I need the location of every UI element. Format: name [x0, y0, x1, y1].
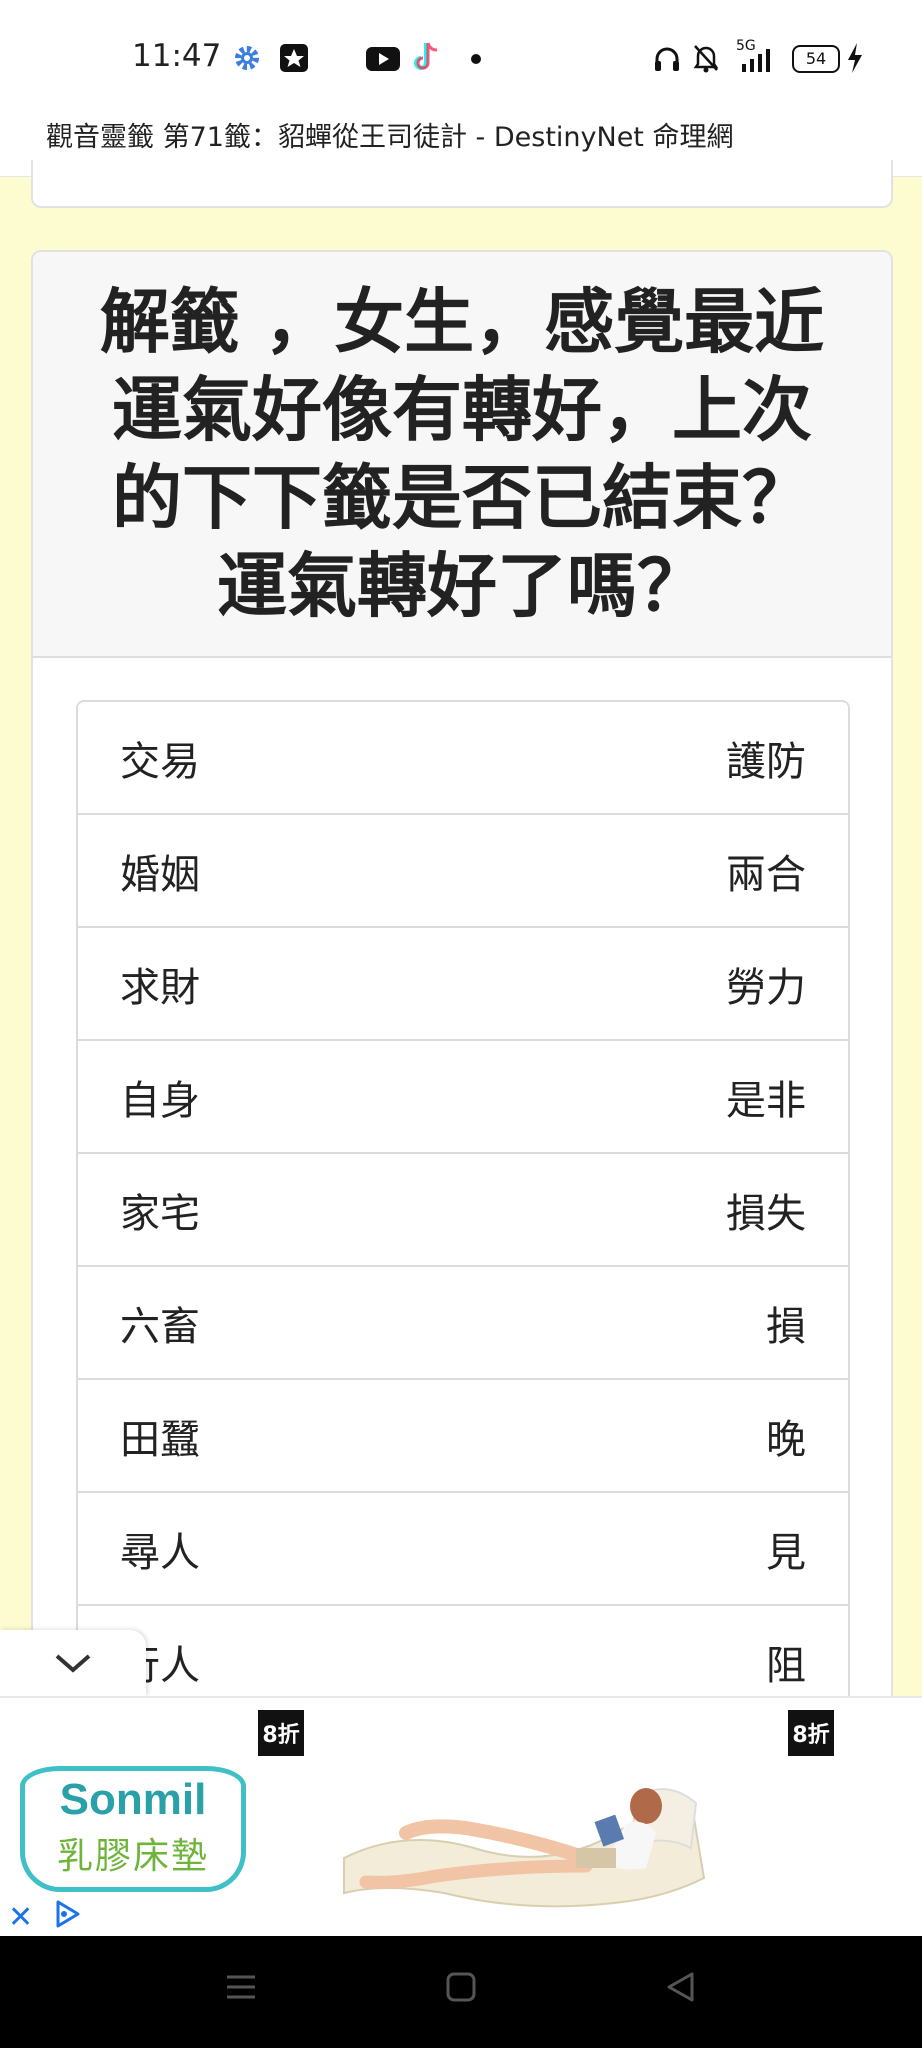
youtube-icon	[366, 47, 400, 71]
battery-icon: 54	[792, 45, 840, 73]
fortune-category: 六畜	[120, 1303, 200, 1350]
fortune-result: 護防	[726, 738, 806, 785]
ad-choices-icon[interactable]	[52, 1898, 84, 1930]
charging-icon	[848, 43, 862, 73]
settings-gear-icon	[235, 46, 259, 70]
fortune-row: 婚姻 兩合	[78, 815, 848, 928]
fortune-category: 交易	[120, 738, 200, 785]
fortune-result: 見	[766, 1529, 806, 1576]
card-header: 解籤 ，女生，感覺最近運氣好像有轉好，上次的下下籤是否已結束？運氣轉好了嗎？	[33, 252, 891, 658]
fortune-list: 交易 護防婚姻 兩合求財 勞力自身 是非家宅 損失六畜 損田蠶 晚尋人 見行人阻	[76, 700, 850, 1702]
ad-product-image	[343, 1788, 706, 1908]
ad-banner[interactable]: Sonmil 乳膠床墊 8折 8折 ✕	[0, 1696, 922, 1938]
fortune-category: 尋人	[120, 1529, 200, 1576]
fortune-row: 求財 勞力	[78, 928, 848, 1041]
fortune-row: 田蠶 晚	[78, 1380, 848, 1493]
card-title: 解籤 ，女生，感覺最近運氣好像有轉好，上次的下下籤是否已結束？運氣轉好了嗎？	[99, 281, 825, 627]
fortune-result: 是非	[726, 1077, 806, 1124]
discount-badge-left: 8折	[258, 1710, 304, 1756]
collapse-ad-button[interactable]	[0, 1630, 146, 1696]
battery-level: 54	[805, 49, 827, 68]
chevron-down-icon	[55, 1654, 91, 1673]
home-nav-icon[interactable]	[444, 1970, 478, 2004]
system-nav-bar	[0, 1936, 922, 2048]
fortune-row: 行人阻	[78, 1606, 848, 1702]
fortune-card: 解籤 ，女生，感覺最近運氣好像有轉好，上次的下下籤是否已結束？運氣轉好了嗎？ 交…	[31, 250, 893, 1704]
fortune-category: 田蠶	[120, 1416, 200, 1463]
star-app-icon	[280, 44, 308, 72]
ad-brand-subtitle: 乳膠床墊	[56, 1836, 209, 1877]
fortune-row: 自身 是非	[78, 1041, 848, 1154]
ad-close-icon[interactable]: ✕	[8, 1900, 33, 1935]
status-bar: 11:47 5G 54	[0, 0, 922, 118]
fortune-row: 尋人 見	[78, 1493, 848, 1606]
fortune-row: 交易 護防	[78, 702, 848, 815]
ad-brand-name: Sonmil	[59, 1775, 207, 1824]
headphones-icon	[655, 47, 679, 71]
fortune-result: 損	[766, 1303, 806, 1350]
fortune-result: 晚	[766, 1416, 806, 1463]
menu-nav-icon[interactable]	[224, 1970, 258, 2004]
fortune-result: 阻	[766, 1642, 806, 1689]
fortune-row: 六畜 損	[78, 1267, 848, 1380]
discount-badge-right: 8折	[788, 1710, 834, 1756]
tiktok-icon	[414, 42, 438, 70]
fortune-row: 家宅 損失	[78, 1154, 848, 1267]
status-time: 11:47	[132, 38, 222, 74]
back-nav-icon[interactable]	[664, 1970, 698, 2004]
dot-icon	[471, 54, 481, 64]
bell-off-icon	[693, 45, 719, 73]
fortune-result: 損失	[726, 1190, 806, 1237]
fortune-category: 自身	[120, 1077, 200, 1124]
previous-card	[31, 160, 893, 208]
fortune-result: 兩合	[726, 851, 806, 898]
page-title: 觀音靈籤 第71籤：貂蟬從王司徒計 - DestinyNet 命理網	[46, 122, 734, 153]
fortune-category: 婚姻	[120, 851, 200, 898]
fortune-category: 家宅	[120, 1190, 200, 1237]
ad-brand-logo: Sonmil 乳膠床墊	[20, 1766, 246, 1892]
signal-icon	[742, 49, 770, 72]
fortune-category: 求財	[120, 964, 200, 1011]
fortune-result: 勞力	[726, 964, 806, 1011]
